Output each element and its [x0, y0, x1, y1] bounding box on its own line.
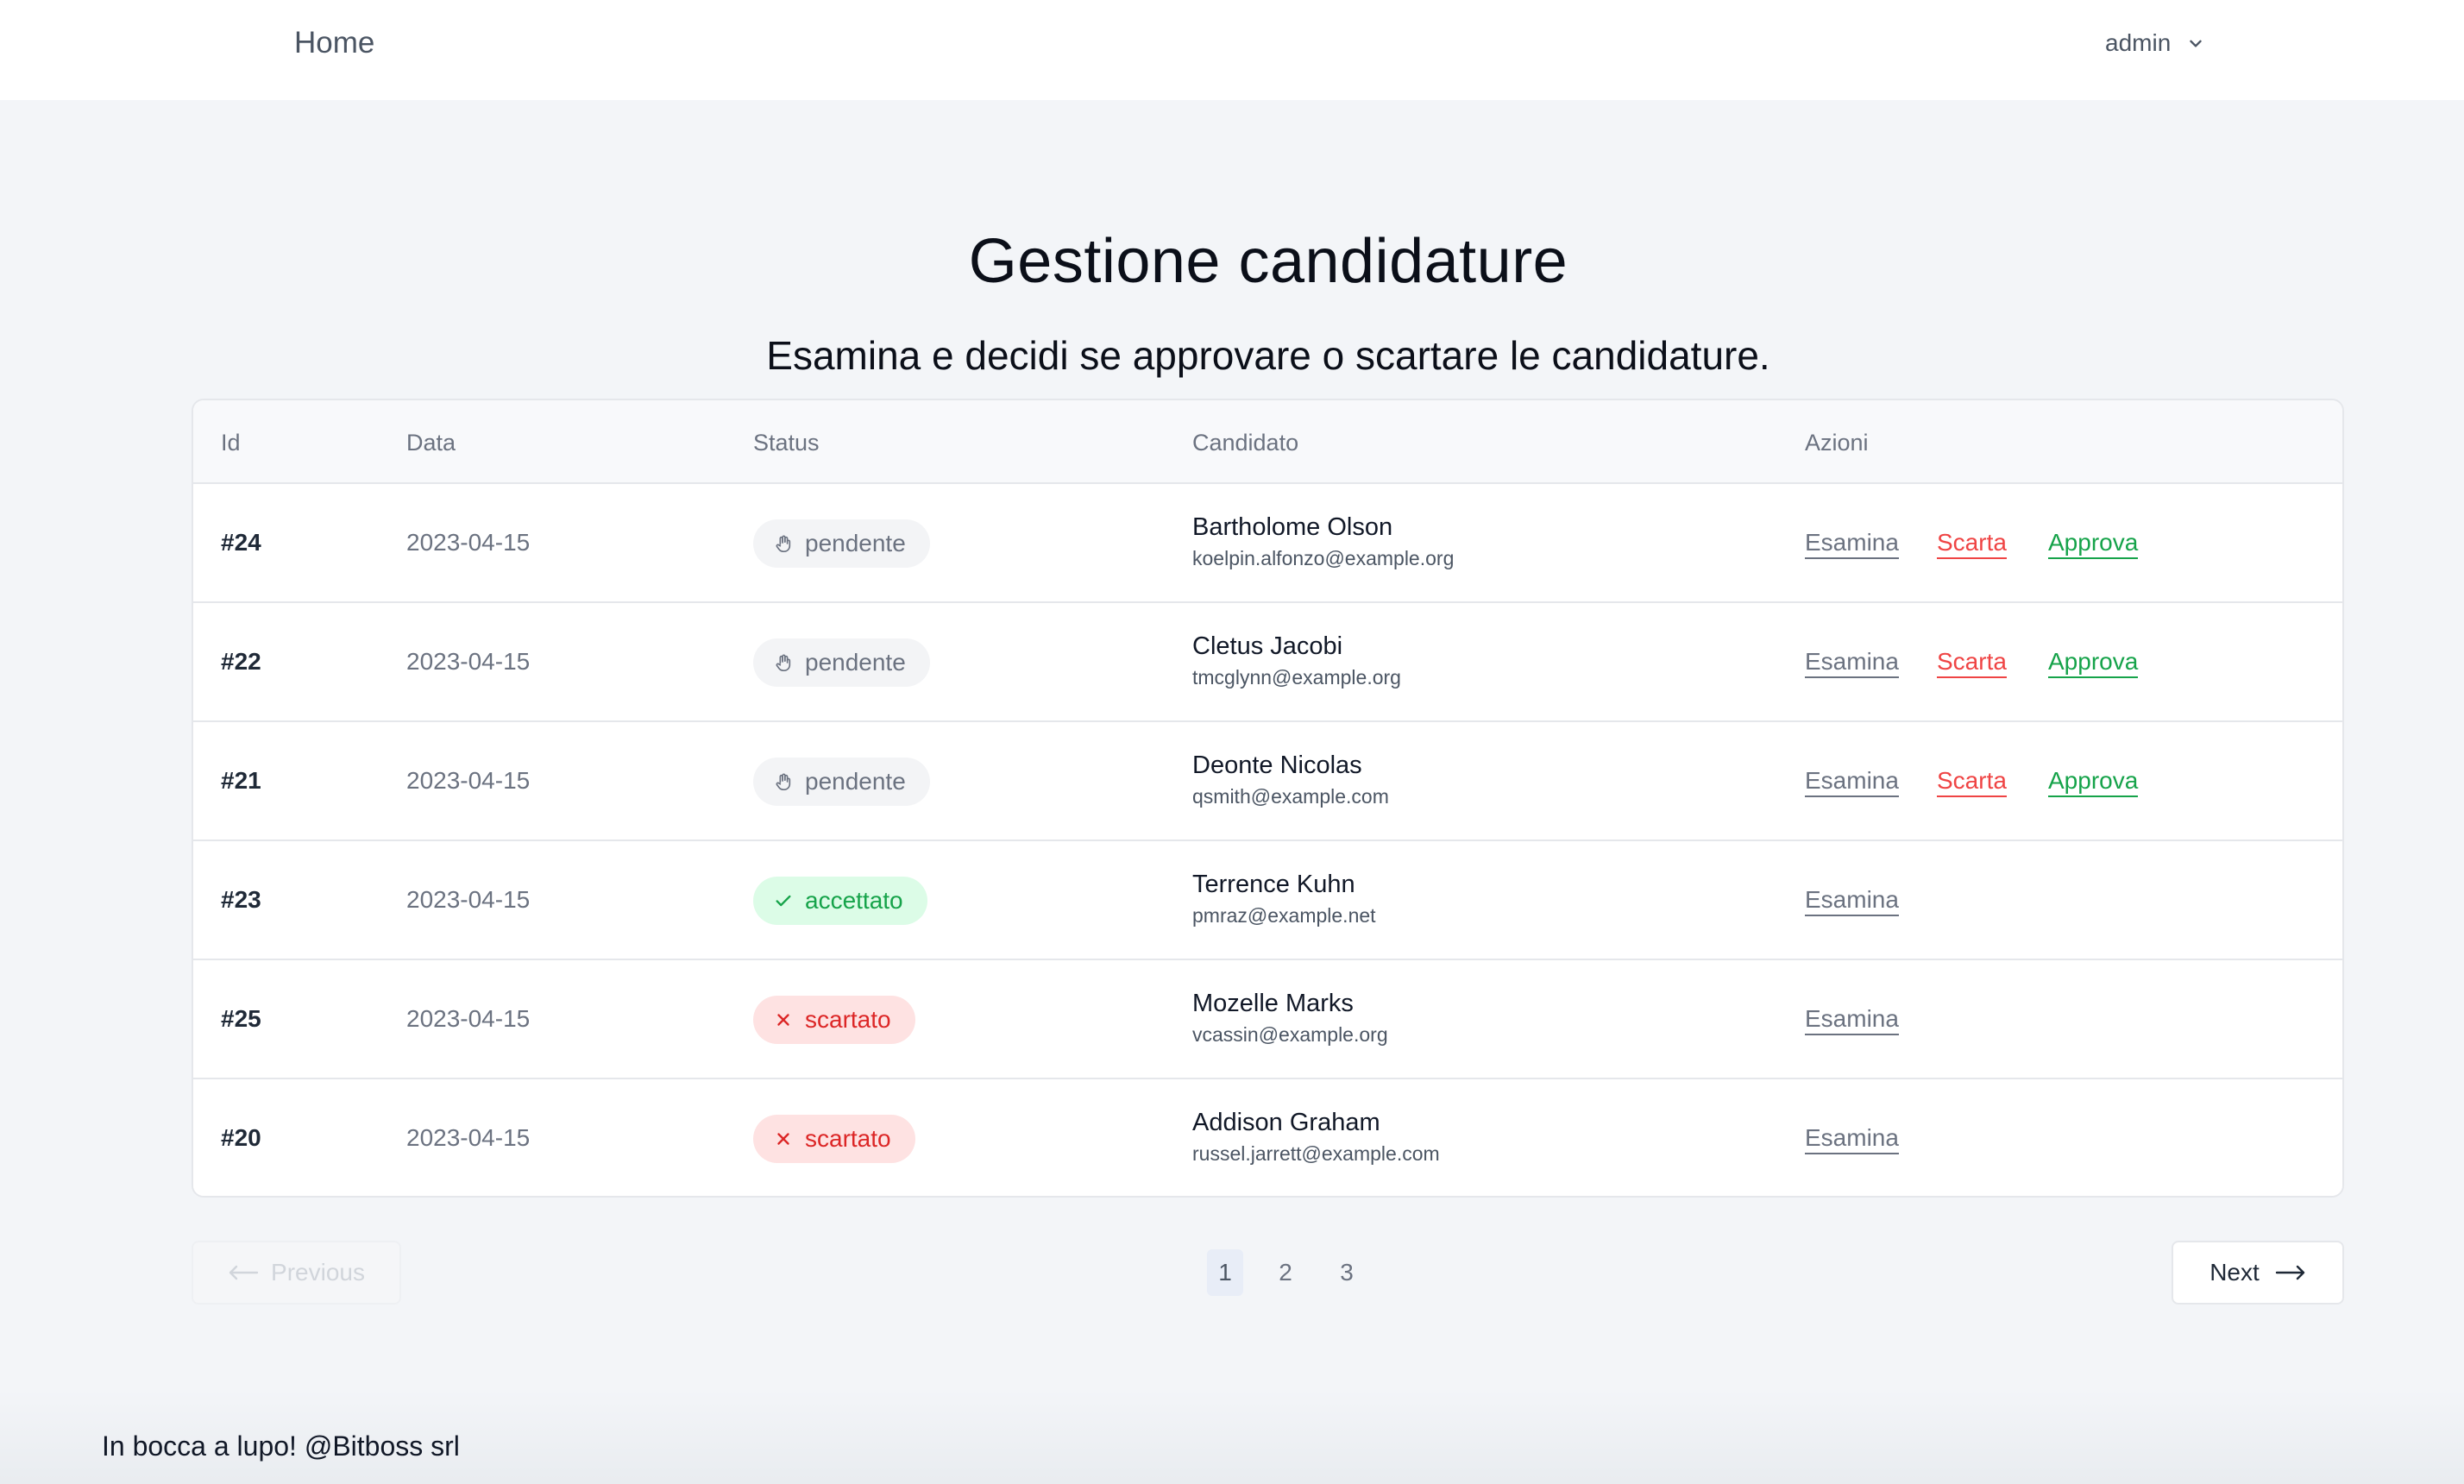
examine-link[interactable]: Esamina	[1805, 648, 1899, 678]
application-date: 2023-04-15	[406, 886, 531, 913]
status-badge: scartato	[753, 996, 915, 1044]
column-header-date: Data	[406, 430, 456, 456]
application-id: #23	[221, 886, 261, 913]
application-date: 2023-04-15	[406, 1124, 531, 1151]
candidate-name: Bartholome Olson	[1192, 513, 1393, 541]
candidate-name: Terrence Kuhn	[1192, 871, 1355, 898]
application-date: 2023-04-15	[406, 1005, 531, 1032]
application-id: #21	[221, 767, 261, 794]
application-id: #20	[221, 1124, 261, 1151]
candidate-email: pmraz@example.net	[1192, 904, 1376, 927]
arrow-right-icon	[2275, 1265, 2304, 1280]
examine-link[interactable]: Esamina	[1805, 529, 1899, 559]
status-badge: pendente	[753, 638, 930, 687]
status-badge: pendente	[753, 519, 930, 568]
column-header-id: Id	[221, 430, 241, 456]
next-label: Next	[2209, 1259, 2260, 1286]
previous-page-button[interactable]: Previous	[192, 1241, 401, 1305]
hand-icon	[776, 773, 791, 790]
table-row: #21 2023-04-15 pendente Deonte Nicolas q…	[193, 722, 2342, 841]
user-menu[interactable]: admin	[2105, 29, 2205, 57]
footer: In bocca a lupo! @Bitboss srl	[0, 1389, 2464, 1484]
reject-link[interactable]: Scarta	[1937, 767, 2007, 797]
x-icon	[777, 1014, 789, 1026]
status-label: scartato	[805, 1006, 891, 1033]
table-row: #24 2023-04-15 pendente Bartholome Olson…	[193, 484, 2342, 603]
status-label: scartato	[805, 1125, 891, 1152]
application-id: #25	[221, 1005, 261, 1032]
candidate-email: qsmith@example.com	[1192, 785, 1389, 808]
hand-icon	[776, 535, 791, 552]
arrow-left-icon	[229, 1265, 259, 1280]
nav-home-link[interactable]: Home	[294, 26, 374, 60]
column-header-status: Status	[753, 430, 820, 456]
chevron-down-icon	[2190, 40, 2202, 47]
status-badge: accettato	[753, 877, 927, 925]
previous-label: Previous	[271, 1259, 365, 1286]
application-id: #22	[221, 648, 261, 675]
column-header-actions: Azioni	[1805, 430, 1869, 456]
page-title: Gestione candidature	[968, 227, 1568, 296]
x-icon	[777, 1133, 789, 1145]
status-label: pendente	[805, 530, 906, 556]
table-row: #22 2023-04-15 pendente Cletus Jacobi tm…	[193, 603, 2342, 722]
status-label: pendente	[805, 649, 906, 676]
top-navbar: Home admin	[0, 0, 2464, 100]
candidate-email: tmcglynn@example.org	[1192, 666, 1401, 689]
status-badge: pendente	[753, 758, 930, 806]
examine-link[interactable]: Esamina	[1805, 767, 1899, 797]
candidate-email: koelpin.alfonzo@example.org	[1192, 547, 1455, 569]
hand-icon	[776, 654, 791, 671]
approve-link[interactable]: Approva	[2048, 648, 2139, 678]
status-label: pendente	[805, 768, 906, 795]
reject-link[interactable]: Scarta	[1937, 648, 2007, 678]
table-row: #25 2023-04-15 scartato Mozelle Marks vc…	[193, 960, 2342, 1079]
application-date: 2023-04-15	[406, 767, 531, 794]
table-header: Id Data Status Candidato Azioni	[193, 400, 2342, 484]
page-subtitle: Esamina e decidi se approvare o scartare…	[766, 333, 1770, 378]
table-row: #23 2023-04-15 accettato Terrence Kuhn p…	[193, 841, 2342, 960]
application-date: 2023-04-15	[406, 529, 531, 556]
column-header-candidate: Candidato	[1192, 430, 1299, 456]
status-badge: scartato	[753, 1115, 915, 1163]
candidate-name: Mozelle Marks	[1192, 990, 1354, 1017]
table-row: #20 2023-04-15 scartato Addison Graham r…	[193, 1079, 2342, 1196]
status-label: accettato	[805, 887, 903, 914]
footer-text: In bocca a lupo! @Bitboss srl	[102, 1431, 460, 1462]
application-id: #24	[221, 529, 261, 556]
examine-link[interactable]: Esamina	[1805, 886, 1899, 916]
examine-link[interactable]: Esamina	[1805, 1005, 1899, 1035]
candidate-name: Addison Graham	[1192, 1109, 1380, 1136]
approve-link[interactable]: Approva	[2048, 767, 2139, 797]
page-number-3[interactable]: 3	[1329, 1249, 1365, 1296]
approve-link[interactable]: Approva	[2048, 529, 2139, 559]
page-number-1[interactable]: 1	[1207, 1249, 1243, 1296]
reject-link[interactable]: Scarta	[1937, 529, 2007, 559]
application-date: 2023-04-15	[406, 648, 531, 675]
applications-table: Id Data Status Candidato Azioni #24 2023…	[192, 399, 2344, 1198]
page-number-2[interactable]: 2	[1267, 1249, 1304, 1296]
candidate-email: vcassin@example.org	[1192, 1023, 1388, 1046]
user-menu-label: admin	[2105, 29, 2172, 56]
candidate-name: Cletus Jacobi	[1192, 632, 1343, 660]
check-icon	[776, 895, 791, 907]
candidate-email: russel.jarrett@example.com	[1192, 1142, 1440, 1165]
candidate-name: Deonte Nicolas	[1192, 751, 1362, 779]
examine-link[interactable]: Esamina	[1805, 1124, 1899, 1154]
next-page-button[interactable]: Next	[2172, 1241, 2344, 1305]
